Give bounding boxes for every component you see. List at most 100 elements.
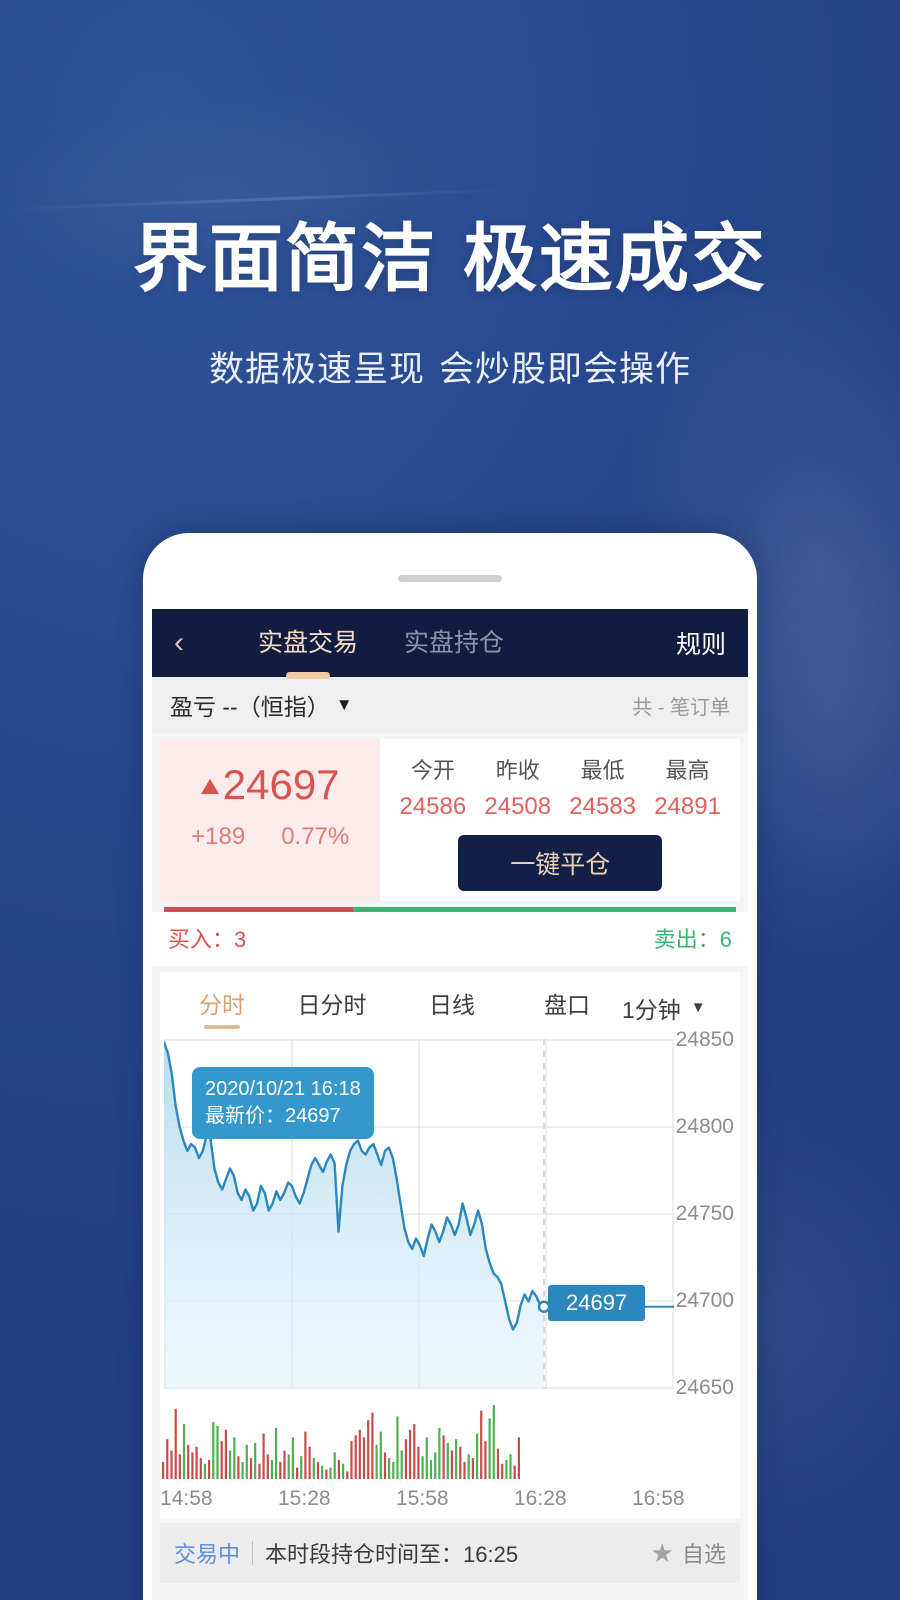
- volume-bar: [195, 1446, 198, 1479]
- volume-bar: [459, 1446, 462, 1479]
- chart-tab-timeline[interactable]: 分时: [172, 986, 272, 1029]
- volume-bar: [467, 1454, 470, 1479]
- volume-bar: [182, 1424, 186, 1479]
- price-change-pct: 0.77%: [281, 823, 350, 850]
- volume-bar: [212, 1422, 215, 1479]
- volume-bar: [266, 1454, 269, 1479]
- close-all-positions-button[interactable]: 一键平仓: [458, 835, 663, 891]
- tab-live-trading[interactable]: 实盘交易: [258, 623, 358, 663]
- volume-bar: [417, 1446, 420, 1479]
- volume-bar: [501, 1463, 504, 1479]
- ratio-buy-segment: [164, 907, 353, 912]
- volume-bar: [438, 1427, 441, 1479]
- price-chart[interactable]: 2020/10/21 16:18 最新价：24697 24697 24850 24…: [160, 1028, 740, 1399]
- y-axis-tick: 24700: [675, 1289, 734, 1312]
- current-price: 24697: [160, 761, 380, 809]
- volume-bar: [270, 1460, 273, 1479]
- chart-x-axis: 14:58 15:28 15:58 16:28 16:58: [160, 1485, 740, 1519]
- back-icon[interactable]: ‹: [174, 628, 214, 658]
- chart-tab-order-book[interactable]: 盘口: [512, 986, 622, 1029]
- flat-button-wrap: 一键平仓: [390, 835, 730, 891]
- volume-bar: [476, 1433, 479, 1479]
- favorite-button[interactable]: ★ 自选: [651, 1537, 726, 1569]
- volume-bar: [208, 1460, 211, 1479]
- order-count: 共 - 笔订单: [632, 696, 730, 719]
- volume-bar: [492, 1405, 495, 1479]
- volume-bar: [241, 1461, 244, 1479]
- volume-bar: [254, 1442, 257, 1479]
- stats-row: 今开 24586 昨收 24508 最低 24583 最高 24891: [390, 753, 730, 821]
- volume-bar: [342, 1463, 345, 1479]
- volume-bar: [337, 1460, 340, 1479]
- stat-low-label: 最低: [580, 758, 625, 783]
- volume-bar: [321, 1465, 324, 1479]
- volume-bar: [287, 1454, 290, 1479]
- volume-bar: [203, 1463, 207, 1479]
- volume-bar: [513, 1465, 516, 1479]
- x-axis-tick: 16:28: [514, 1487, 567, 1510]
- pnl-selector[interactable]: 盈亏 --（恒指） ▼: [170, 688, 353, 722]
- volume-bar: [316, 1461, 320, 1479]
- x-axis-tick: 16:58: [632, 1487, 685, 1510]
- volume-bar: [375, 1444, 378, 1479]
- trading-status: 交易中: [174, 1542, 241, 1567]
- volume-bar: [358, 1429, 361, 1479]
- x-axis-tick: 15:58: [396, 1487, 449, 1510]
- volume-bar: [421, 1456, 424, 1479]
- volume-bar: [509, 1454, 512, 1479]
- volume-bar: [425, 1437, 428, 1479]
- volume-bar: [275, 1427, 278, 1479]
- quote-card: 24697 +189 0.77% 今开 24586 昨收 24508 最低 24…: [160, 739, 740, 901]
- chart-period-selector[interactable]: 1分钟 ▼: [622, 991, 706, 1025]
- status-strip: 交易中 本时段持仓时间至：16:25 ★ 自选: [160, 1523, 740, 1583]
- x-axis-tick: 14:58: [160, 1487, 213, 1510]
- volume-bar: [379, 1431, 382, 1479]
- y-axis-tick: 24800: [675, 1115, 734, 1138]
- volume-chart: [160, 1399, 740, 1485]
- nav-tabs: 实盘交易 实盘持仓: [214, 623, 676, 663]
- volume-bar: [450, 1450, 453, 1479]
- volume-bar: [329, 1467, 332, 1479]
- stat-prev-close: 昨收 24508: [475, 753, 560, 821]
- volume-bar: [304, 1431, 307, 1479]
- phone-mockup: ‹ 实盘交易 实盘持仓 规则 盈亏 --（恒指） ▼ 共 - 笔订单 24697: [143, 533, 757, 1600]
- rules-link[interactable]: 规则: [676, 625, 726, 661]
- arrow-up-icon: [200, 778, 219, 794]
- volume-bar: [434, 1452, 437, 1479]
- volume-bar: [442, 1435, 445, 1479]
- buy-count: 买入：3: [168, 927, 247, 952]
- holding-time-text: 本时段持仓时间至：16:25: [265, 1542, 519, 1567]
- volume-bar: [249, 1458, 253, 1479]
- stat-open-value: 24586: [399, 793, 467, 820]
- volume-bar: [383, 1452, 387, 1479]
- y-axis-tick: 24750: [675, 1202, 734, 1225]
- volume-bar: [233, 1437, 236, 1479]
- hero-subtitle-part2: 会炒股即会操作: [439, 350, 692, 390]
- volume-bar: [162, 1461, 165, 1479]
- y-axis-tick: 24850: [675, 1028, 734, 1051]
- hero-title-part1: 界面简洁: [133, 217, 437, 300]
- volume-bar: [229, 1450, 232, 1479]
- volume-bar: [296, 1467, 299, 1479]
- chart-tabs: 分时 日分时 日线 盘口 1分钟 ▼: [160, 972, 740, 1039]
- volume-bar: [279, 1461, 282, 1479]
- chevron-down-icon: ▼: [335, 695, 353, 714]
- hero-title-part2: 极速成交: [463, 217, 767, 300]
- volume-bar: [480, 1410, 483, 1479]
- chart-tab-daily-k[interactable]: 日线: [392, 986, 512, 1029]
- tab-live-position[interactable]: 实盘持仓: [404, 623, 504, 663]
- stat-low-value: 24583: [569, 793, 637, 820]
- volume-bar: [413, 1424, 416, 1479]
- chevron-down-icon: ▼: [690, 999, 706, 1016]
- volume-bar: [400, 1450, 403, 1479]
- y-axis-tick: 24650: [675, 1376, 734, 1399]
- stat-open-label: 今开: [410, 758, 455, 783]
- volume-bar: [174, 1408, 177, 1479]
- star-icon: ★: [650, 1538, 674, 1568]
- volume-bar: [404, 1439, 407, 1479]
- volume-bar: [392, 1461, 395, 1479]
- stat-prev-close-value: 24508: [484, 793, 552, 820]
- volume-bar: [300, 1456, 303, 1479]
- volume-bar: [312, 1458, 315, 1479]
- chart-tab-daily-timeline[interactable]: 日分时: [272, 986, 392, 1029]
